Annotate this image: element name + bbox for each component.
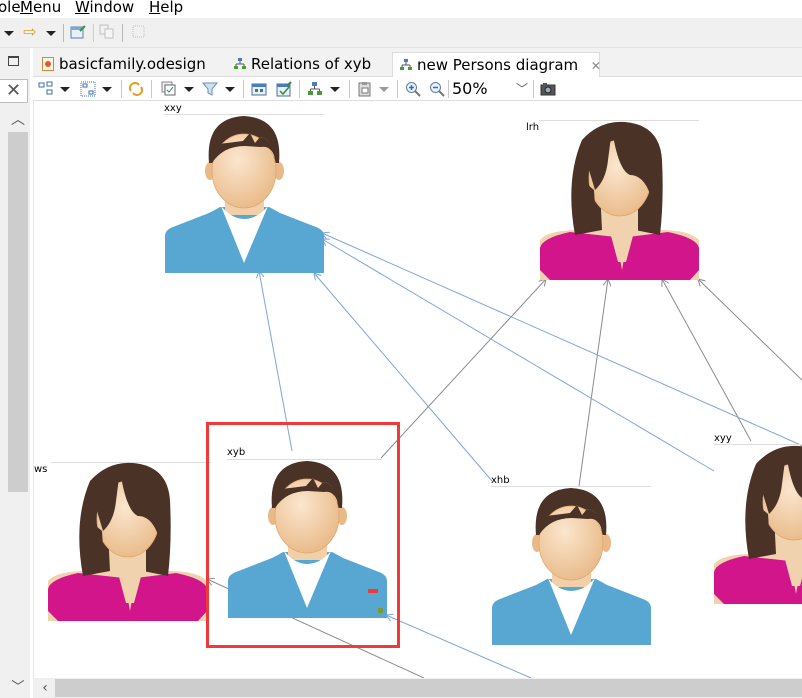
female-person-icon[interactable] (48, 461, 207, 622)
arrange-selection-icon[interactable] (80, 81, 96, 97)
toolbar-separator (151, 80, 152, 98)
diagram-canvas[interactable]: xxy lrh ws xyb xhb xyy (33, 101, 802, 678)
diagram-decorator-icon (378, 608, 383, 613)
arrange-dropdown-icon[interactable] (60, 87, 70, 92)
pin-icon[interactable] (276, 81, 292, 97)
menu-label: elp (160, 0, 184, 16)
scrollbar-thumb[interactable] (55, 679, 802, 697)
toolbar-separator (448, 80, 449, 98)
editor-tabs: basicfamily.odesign Relations of xyb new… (33, 48, 802, 78)
copy-disabled-icon (99, 24, 115, 40)
toolbar-separator (397, 80, 398, 98)
toolbar-separator (121, 80, 122, 98)
copy-format-icon[interactable] (357, 81, 373, 97)
zoom-level-combo[interactable]: 50% ﹀ (452, 78, 528, 100)
layout-icon[interactable] (307, 81, 323, 97)
tab-relations-of-xyb[interactable]: Relations of xyb (227, 52, 371, 77)
scroll-down-icon[interactable]: ﹀ (8, 676, 28, 696)
female-person-icon[interactable] (540, 120, 699, 281)
dropdown-arrow-icon[interactable] (46, 31, 56, 36)
tab-new-persons-diagram[interactable]: new Persons diagram ✕ (392, 52, 601, 78)
export-image-icon[interactable] (540, 81, 556, 97)
restore-view-button[interactable] (8, 56, 19, 66)
vertical-scrollbar[interactable]: ︿ ﹀ (8, 110, 28, 695)
toolbar-separator (122, 24, 123, 42)
dropdown-arrow-icon[interactable] (4, 31, 14, 36)
scroll-up-icon[interactable]: ︿ (8, 110, 28, 130)
relation-edge-mother[interactable] (698, 279, 802, 381)
tab-label: basicfamily.odesign (59, 55, 206, 73)
node-label[interactable]: ws (34, 464, 47, 475)
filters-icon[interactable] (202, 81, 218, 97)
menu-mnemonic: W (75, 0, 90, 16)
zoom-level-value: 50% (452, 79, 488, 98)
menu-bar: ole Menu Window Help (0, 0, 802, 18)
layers-icon[interactable] (251, 81, 267, 97)
female-person-icon[interactable] (714, 444, 802, 605)
selection-disabled-icon (131, 24, 147, 40)
resize-handle[interactable] (368, 589, 378, 593)
menu-mnemonic: H (149, 0, 161, 16)
scroll-left-icon[interactable]: ‹ (37, 678, 53, 698)
forward-arrow-icon[interactable]: ⇨ (22, 24, 38, 40)
menu-label: enu (32, 0, 62, 16)
close-view-button[interactable]: ✕ (0, 79, 28, 103)
tab-basicfamily-odesign[interactable]: basicfamily.odesign (35, 52, 206, 77)
node-label[interactable]: lrh (526, 122, 539, 133)
male-person-icon[interactable] (165, 113, 324, 274)
relation-edge-mother[interactable] (578, 279, 608, 487)
toolbar-separator (299, 80, 300, 98)
tab-label: new Persons diagram (417, 56, 579, 74)
menu-label: indow (89, 0, 135, 16)
copy-format-dropdown-icon[interactable] (379, 87, 389, 92)
diagram-icon (233, 57, 247, 71)
scrollbar-thumb[interactable] (8, 132, 28, 492)
chevron-down-icon[interactable]: ﹀ (516, 78, 528, 100)
toolbar-separator (349, 80, 350, 98)
menu-item-window[interactable]: Window (75, 0, 134, 16)
menu-item-console[interactable]: ole (0, 0, 21, 16)
new-window-icon[interactable] (70, 24, 86, 40)
layout-dropdown-icon[interactable] (330, 87, 340, 92)
arrange-all-icon[interactable] (38, 81, 54, 97)
toolbar-separator (93, 24, 94, 42)
selection-highlight (206, 422, 400, 648)
arrange-selection-dropdown-icon[interactable] (102, 87, 112, 92)
male-person-icon[interactable] (492, 485, 651, 646)
diagram-icon (399, 58, 413, 72)
node-label[interactable]: xyy (714, 433, 732, 444)
horizontal-scrollbar[interactable]: ‹ (33, 678, 802, 698)
tab-label: Relations of xyb (251, 55, 372, 73)
menu-item-menu[interactable]: Menu (20, 0, 61, 16)
toolbar-separator (63, 24, 64, 42)
toolbar-separator (243, 80, 244, 98)
refresh-icon[interactable] (128, 81, 144, 97)
main-toolbar: ⇨ (0, 18, 802, 48)
relation-edge-mother[interactable] (380, 279, 546, 459)
zoom-out-icon[interactable] (429, 81, 445, 97)
toolbar-separator (533, 80, 534, 98)
close-tab-icon[interactable]: ✕ (591, 59, 601, 73)
select-elements-icon[interactable] (161, 81, 177, 97)
filters-dropdown-icon[interactable] (225, 87, 235, 92)
diagram-toolbar: 50% ﹀ (33, 77, 802, 101)
select-dropdown-icon[interactable] (184, 87, 194, 92)
odesign-file-icon (41, 57, 55, 71)
zoom-in-icon[interactable] (405, 81, 421, 97)
menu-mnemonic: M (20, 0, 33, 16)
menu-item-help[interactable]: Help (149, 0, 183, 16)
